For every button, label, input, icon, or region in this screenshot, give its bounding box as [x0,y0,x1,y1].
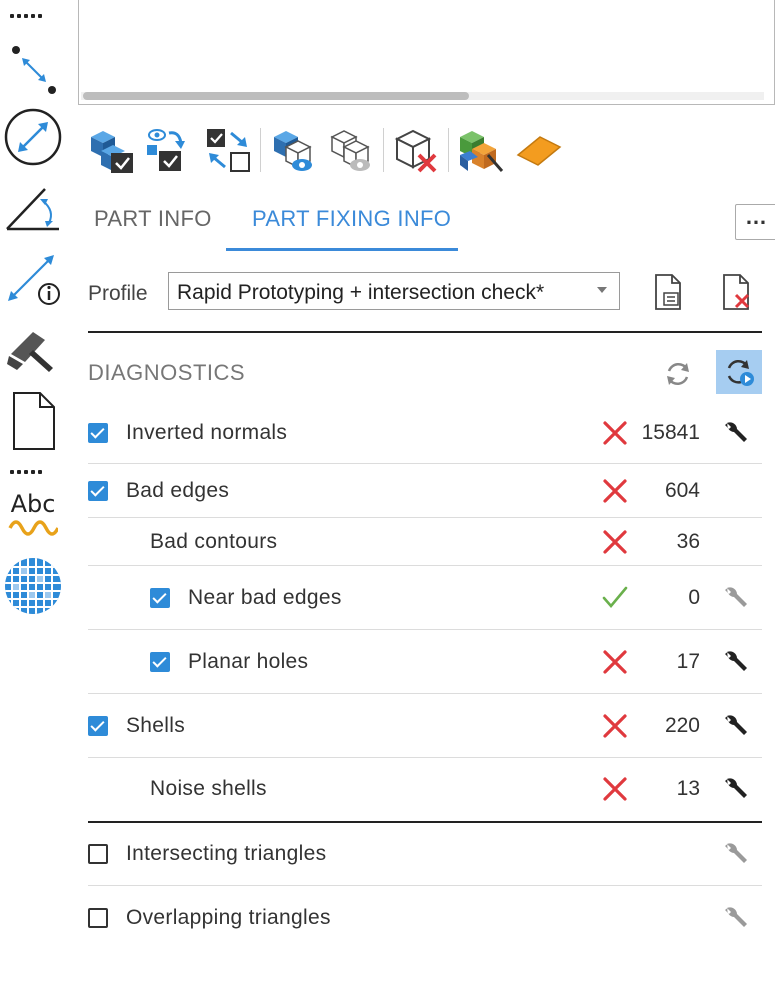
active-tab-indicator [226,248,458,251]
diagnostic-checkbox[interactable] [88,908,108,928]
diagnostic-checkbox[interactable] [88,844,108,864]
hide-selected-icon[interactable] [325,124,377,176]
preview-area [78,0,775,105]
diagnostic-row: Near bad edges 0 [88,566,762,630]
wrench-icon[interactable] [722,903,752,933]
diagnostic-count: 604 [664,479,700,502]
scrollbar-thumb[interactable] [83,92,469,100]
diagnostic-label: Overlapping triangles [126,906,331,929]
diagnostics-title: DIAGNOSTICS [88,360,246,385]
angle-measure-icon[interactable] [0,182,66,236]
diagnostic-label: Bad edges [126,479,230,502]
hammer-icon[interactable] [0,322,66,376]
text-annotation-label: Abc [10,490,56,518]
wrench-icon[interactable] [722,647,752,677]
wrench-icon[interactable] [722,839,752,869]
toolbar-separator [260,128,261,172]
toolbar-grip [10,14,46,18]
horizontal-scrollbar[interactable] [81,92,764,100]
left-toolbar: Abc [0,0,66,1000]
tab-part-info[interactable]: PART INFO [94,206,212,232]
measure-info-icon[interactable] [0,250,66,308]
show-selected-icon[interactable] [267,124,319,176]
wrench-icon[interactable] [722,418,752,448]
diagnostic-count: 17 [676,650,700,673]
diagnostic-row: Intersecting triangles [88,822,762,886]
diagnostic-label: Shells [126,714,185,737]
diagnostic-count: 220 [664,714,700,737]
tab-part-fixing-info[interactable]: PART FIXING INFO [252,206,451,232]
diagnostic-row: Bad edges 604 [88,464,762,518]
wrench-icon[interactable] [722,711,752,741]
text-annotation-icon[interactable]: Abc [0,484,66,546]
diagnostic-label: Near bad edges [188,586,342,609]
diagnostic-checkbox[interactable] [88,716,108,736]
error-icon [600,476,630,506]
diagnostic-label: Bad contours [150,530,278,553]
profile-label: Profile [88,282,148,305]
auto-refresh-toggle[interactable] [716,350,762,394]
diagnostic-label: Noise shells [150,777,267,800]
diagnostic-row: Overlapping triangles [88,886,762,950]
diagnostic-checkbox[interactable] [88,423,108,443]
invert-selection-icon[interactable] [202,124,254,176]
dot-distance-icon[interactable] [0,38,66,98]
profile-dropdown[interactable]: Rapid Prototyping + intersection check* [168,272,620,310]
diagnostic-checkbox[interactable] [88,481,108,501]
diagnostic-row: Planar holes 17 [88,630,762,694]
color-parts-icon[interactable] [455,124,507,176]
delete-profile-icon[interactable] [720,273,752,311]
surface-icon[interactable] [513,124,565,176]
error-icon [600,711,630,741]
diagnostic-checkbox[interactable] [150,652,170,672]
toolbar-grip [10,470,46,474]
part-toolbar [86,120,571,180]
diagnostic-count: 15841 [641,421,700,444]
diagnostic-count: 13 [676,777,700,800]
circle-diameter-icon[interactable] [0,106,66,168]
delete-part-icon[interactable] [390,124,442,176]
select-parts-icon[interactable] [86,124,138,176]
refresh-icon[interactable] [660,356,696,392]
error-icon [600,774,630,804]
texture-sphere-icon[interactable] [0,554,66,618]
profile-selected-value: Rapid Prototyping + intersection check* [177,281,545,304]
error-icon [600,418,630,448]
diagnostic-row: Bad contours 36 [88,518,762,566]
diagnostic-checkbox[interactable] [150,588,170,608]
diagnostic-label: Intersecting triangles [126,842,327,865]
chevron-down-icon [597,287,607,293]
wrench-icon[interactable] [722,583,752,613]
diagnostic-count: 0 [688,586,700,609]
wrench-icon[interactable] [722,774,752,804]
tab-bar: PART INFO PART FIXING INFO … [78,196,775,252]
select-visible-icon[interactable] [144,124,196,176]
diagnostic-label: Inverted normals [126,421,288,444]
diagnostic-row: Inverted normals 15841 [88,402,762,464]
diagnostic-row: Shells 220 [88,694,762,758]
error-icon [600,527,630,557]
diagnostic-label: Planar holes [188,650,309,673]
check-icon [600,583,630,613]
section-divider [88,331,762,333]
blank-page-icon[interactable] [0,390,66,452]
error-icon [600,647,630,677]
auto-refresh-icon [727,359,754,386]
diagnostic-count: 36 [676,530,700,553]
diagnostic-row: Noise shells 13 [88,758,762,820]
edit-profile-icon[interactable] [652,273,684,311]
toolbar-separator [383,128,384,172]
section-divider [88,821,762,823]
more-options-button[interactable]: … [735,204,775,240]
toolbar-separator [448,128,449,172]
